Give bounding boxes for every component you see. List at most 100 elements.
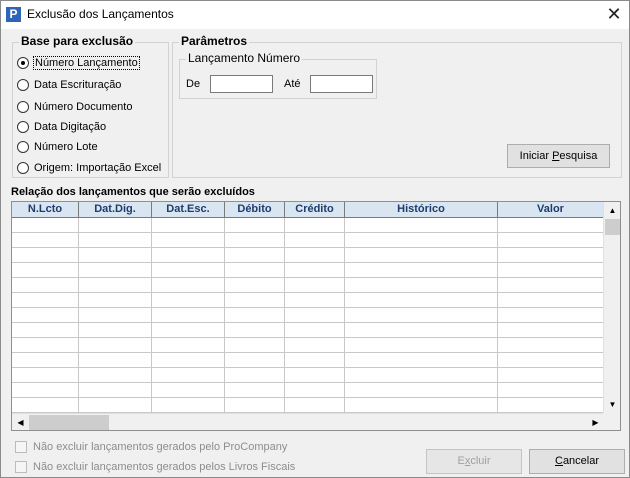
- base-option-5[interactable]: Origem: Importação Excel: [17, 160, 161, 176]
- table-cell[interactable]: [498, 323, 604, 338]
- table-row[interactable]: [12, 353, 604, 368]
- table-cell[interactable]: [152, 293, 225, 308]
- table-cell[interactable]: [79, 263, 152, 278]
- table-cell[interactable]: [12, 218, 79, 233]
- column-header[interactable]: Débito: [225, 202, 285, 218]
- table-row[interactable]: [12, 308, 604, 323]
- base-option-1[interactable]: Data Escrituração: [17, 77, 121, 93]
- table-cell[interactable]: [79, 353, 152, 368]
- skip-procompany-checkbox[interactable]: [15, 441, 27, 453]
- table-cell[interactable]: [152, 233, 225, 248]
- to-input[interactable]: [310, 75, 373, 93]
- table-cell[interactable]: [12, 293, 79, 308]
- table-cell[interactable]: [345, 218, 498, 233]
- table-cell[interactable]: [225, 233, 285, 248]
- table-row[interactable]: [12, 233, 604, 248]
- table-cell[interactable]: [152, 278, 225, 293]
- base-option-2[interactable]: Número Documento: [17, 99, 132, 115]
- table-cell[interactable]: [79, 383, 152, 398]
- table-row[interactable]: [12, 323, 604, 338]
- table-cell[interactable]: [152, 338, 225, 353]
- table-cell[interactable]: [285, 218, 345, 233]
- table-cell[interactable]: [498, 353, 604, 368]
- radio-button-icon[interactable]: [17, 141, 29, 153]
- table-cell[interactable]: [12, 368, 79, 383]
- table-cell[interactable]: [345, 233, 498, 248]
- radio-button-icon[interactable]: [17, 162, 29, 174]
- table-cell[interactable]: [225, 368, 285, 383]
- table-row[interactable]: [12, 398, 604, 413]
- start-search-button[interactable]: Iniciar Pesquisa: [507, 144, 610, 168]
- base-option-0[interactable]: Número Lançamento: [17, 55, 140, 71]
- table-cell[interactable]: [345, 338, 498, 353]
- scroll-right-icon[interactable]: ▶: [587, 414, 604, 430]
- table-row[interactable]: [12, 383, 604, 398]
- table-cell[interactable]: [79, 308, 152, 323]
- table-cell[interactable]: [12, 398, 79, 413]
- table-cell[interactable]: [345, 248, 498, 263]
- table-cell[interactable]: [225, 263, 285, 278]
- table-cell[interactable]: [152, 323, 225, 338]
- table-cell[interactable]: [12, 248, 79, 263]
- table-cell[interactable]: [225, 218, 285, 233]
- table-cell[interactable]: [12, 263, 79, 278]
- base-option-3[interactable]: Data Digitação: [17, 119, 106, 135]
- table-cell[interactable]: [79, 218, 152, 233]
- table-cell[interactable]: [79, 233, 152, 248]
- table-cell[interactable]: [225, 353, 285, 368]
- table-cell[interactable]: [225, 248, 285, 263]
- table-cell[interactable]: [285, 308, 345, 323]
- table-cell[interactable]: [225, 308, 285, 323]
- table-cell[interactable]: [285, 323, 345, 338]
- table-row[interactable]: [12, 293, 604, 308]
- table-cell[interactable]: [225, 323, 285, 338]
- horizontal-scroll-thumb[interactable]: [29, 415, 109, 430]
- scroll-up-icon[interactable]: ▲: [604, 202, 620, 219]
- table-row[interactable]: [12, 368, 604, 383]
- table-cell[interactable]: [285, 248, 345, 263]
- scroll-down-icon[interactable]: ▼: [604, 396, 620, 413]
- table-cell[interactable]: [345, 308, 498, 323]
- table-cell[interactable]: [498, 293, 604, 308]
- radio-button-icon[interactable]: [17, 101, 29, 113]
- table-cell[interactable]: [345, 263, 498, 278]
- table-cell[interactable]: [12, 233, 79, 248]
- table-cell[interactable]: [345, 353, 498, 368]
- table-cell[interactable]: [285, 383, 345, 398]
- table-cell[interactable]: [498, 338, 604, 353]
- skip-livros-checkbox[interactable]: [15, 461, 27, 473]
- skip-procompany-checkbox-row[interactable]: Não excluir lançamentos gerados pelo Pro…: [15, 441, 287, 453]
- table-cell[interactable]: [225, 398, 285, 413]
- table-cell[interactable]: [225, 278, 285, 293]
- table-cell[interactable]: [79, 248, 152, 263]
- table-row[interactable]: [12, 218, 604, 233]
- launches-grid[interactable]: N.Lcto Dat.Dig. Dat.Esc. Débito Crédito Histó…: [11, 201, 621, 431]
- from-input[interactable]: [210, 75, 273, 93]
- table-cell[interactable]: [498, 398, 604, 413]
- table-cell[interactable]: [79, 368, 152, 383]
- radio-button-icon[interactable]: [17, 79, 29, 91]
- column-header[interactable]: Dat.Dig.: [79, 202, 152, 218]
- table-cell[interactable]: [152, 218, 225, 233]
- table-cell[interactable]: [285, 263, 345, 278]
- table-cell[interactable]: [285, 398, 345, 413]
- table-cell[interactable]: [498, 308, 604, 323]
- table-cell[interactable]: [152, 263, 225, 278]
- table-cell[interactable]: [345, 293, 498, 308]
- table-row[interactable]: [12, 338, 604, 353]
- table-row[interactable]: [12, 263, 604, 278]
- table-cell[interactable]: [285, 293, 345, 308]
- table-cell[interactable]: [285, 353, 345, 368]
- table-cell[interactable]: [152, 398, 225, 413]
- table-cell[interactable]: [79, 398, 152, 413]
- table-cell[interactable]: [12, 323, 79, 338]
- table-cell[interactable]: [225, 383, 285, 398]
- table-cell[interactable]: [79, 293, 152, 308]
- table-cell[interactable]: [79, 278, 152, 293]
- column-header[interactable]: Histórico: [345, 202, 498, 218]
- column-header[interactable]: Crédito: [285, 202, 345, 218]
- table-cell[interactable]: [79, 323, 152, 338]
- table-cell[interactable]: [12, 338, 79, 353]
- table-cell[interactable]: [152, 353, 225, 368]
- table-cell[interactable]: [498, 218, 604, 233]
